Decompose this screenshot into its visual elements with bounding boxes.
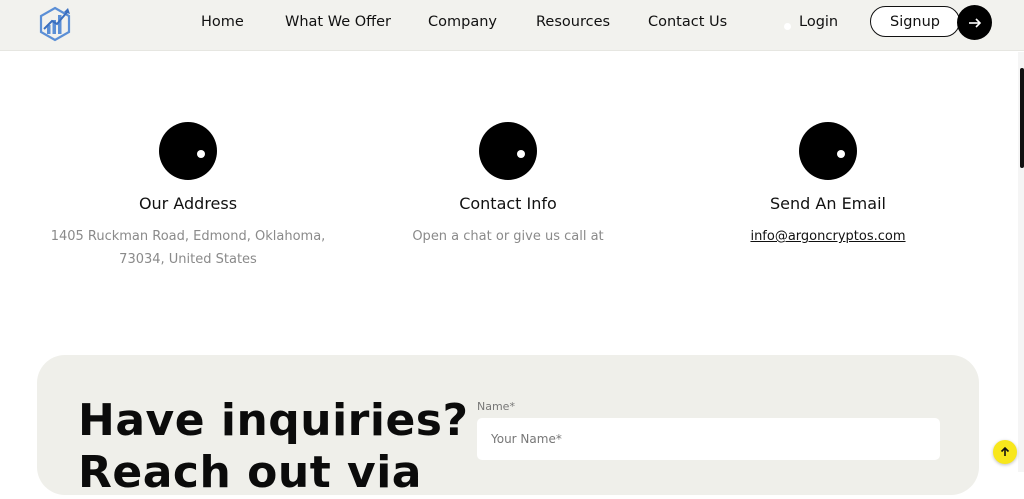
arrow-up-icon bbox=[1000, 446, 1010, 456]
name-input[interactable] bbox=[477, 418, 940, 460]
nav-company[interactable]: Company bbox=[428, 14, 497, 30]
inquiry-heading: Have inquiries? Reach out via bbox=[78, 395, 469, 499]
nav-home[interactable]: Home bbox=[201, 14, 244, 30]
nav-resources[interactable]: Resources bbox=[536, 14, 610, 30]
address-line-2: 73034, United States bbox=[119, 252, 257, 267]
email-link[interactable]: info@argoncryptos.com bbox=[750, 225, 905, 248]
signup-label: Signup bbox=[889, 13, 941, 30]
name-label: Name* bbox=[477, 400, 515, 413]
signup-button[interactable]: Signup bbox=[870, 6, 960, 37]
logo-icon[interactable] bbox=[36, 5, 74, 43]
scroll-to-top-button[interactable] bbox=[993, 440, 1017, 464]
address-card: Our Address 1405 Ruckman Road, Edmond, O… bbox=[38, 122, 338, 271]
login-link[interactable]: Login bbox=[799, 14, 838, 30]
scrollbar-thumb[interactable] bbox=[1020, 68, 1024, 168]
signup-arrow-button[interactable] bbox=[957, 5, 992, 40]
address-icon bbox=[159, 122, 217, 180]
address-text: 1405 Ruckman Road, Edmond, Oklahoma, 730… bbox=[38, 225, 338, 271]
email-title: Send An Email bbox=[770, 194, 886, 213]
inquiry-heading-line-1: Have inquiries? bbox=[78, 395, 469, 446]
contact-info-card: Contact Info Open a chat or give us call… bbox=[358, 122, 658, 248]
address-line-1: 1405 Ruckman Road, Edmond, Oklahoma, bbox=[50, 229, 326, 244]
site-header: Home What We Offer Company Resources Con… bbox=[0, 0, 1024, 51]
contact-icon bbox=[479, 122, 537, 180]
email-card: Send An Email info@argoncryptos.com bbox=[678, 122, 978, 248]
contact-info-text: Open a chat or give us call at bbox=[412, 229, 604, 244]
nav-contact-us[interactable]: Contact Us bbox=[648, 14, 727, 30]
arrow-right-icon bbox=[968, 17, 981, 28]
contact-info-title: Contact Info bbox=[459, 194, 557, 213]
address-title: Our Address bbox=[138, 194, 238, 213]
user-dot-icon bbox=[784, 23, 791, 30]
email-icon bbox=[799, 122, 857, 180]
nav-what-we-offer[interactable]: What We Offer bbox=[285, 14, 391, 30]
inquiry-heading-line-2: Reach out via bbox=[78, 447, 422, 498]
inquiry-section: Have inquiries? Reach out via Name* bbox=[37, 355, 979, 498]
